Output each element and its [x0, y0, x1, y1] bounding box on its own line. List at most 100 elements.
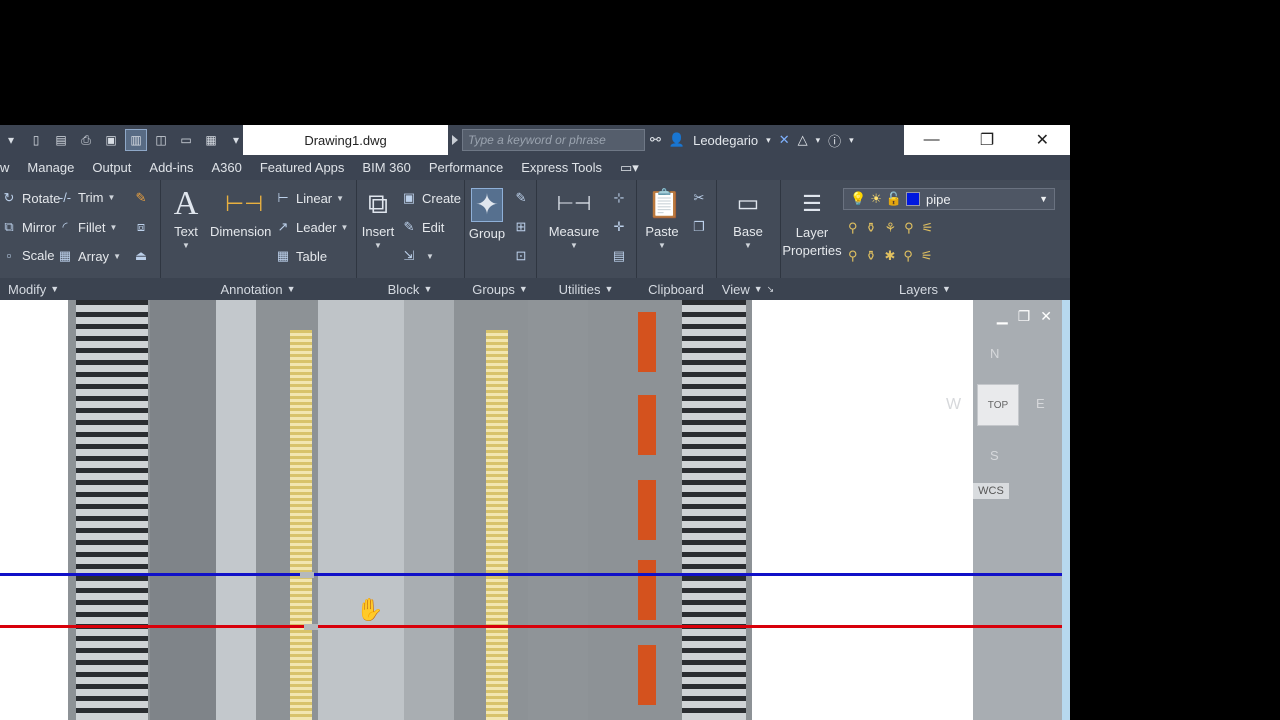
text-button[interactable]: A Text ▼	[170, 187, 202, 251]
layer-unisolate-icon[interactable]: ⚱	[866, 248, 877, 264]
user-dropdown-icon[interactable]: ▾	[766, 135, 771, 146]
rotate-button[interactable]: ↻ Rotate	[0, 190, 61, 206]
open-file-icon[interactable]: ▤	[50, 129, 72, 151]
fillet-button[interactable]: ◜ Fillet ▼	[56, 219, 117, 235]
a360-dropdown-icon[interactable]: ▾	[816, 135, 821, 146]
layer-match-icon[interactable]: ⚲	[848, 220, 858, 236]
tab-view[interactable]: w	[0, 160, 9, 175]
a360-icon[interactable]: △	[798, 132, 808, 148]
plot-icon[interactable]: ◫	[150, 129, 172, 151]
layer-off-icon[interactable]: ⚲	[904, 220, 914, 236]
restore-icon[interactable]: ❐	[959, 125, 1014, 155]
layer-dropdown[interactable]: 💡 ☀ 🔓 pipe ▼	[843, 188, 1055, 210]
linear-button[interactable]: ⊢ Linear ▼	[274, 190, 344, 206]
array-button[interactable]: ▦ Array ▼	[56, 248, 121, 264]
user-name[interactable]: Leodegario	[693, 133, 758, 148]
drawing-canvas[interactable]: ▁ ❐ ✕ N W E S TOP WCS ✋	[0, 300, 1070, 720]
tab-featured-apps[interactable]: Featured Apps	[260, 160, 345, 175]
layer-walk-icon[interactable]: ⚟	[921, 248, 933, 264]
panel-label-annotation[interactable]: Annotation ▼	[160, 278, 356, 300]
layer-thaw-icon[interactable]: ✱	[884, 248, 895, 264]
relay-2	[638, 395, 656, 455]
viewcube[interactable]: TOP	[977, 384, 1019, 426]
viewcube-face-label: TOP	[987, 399, 1009, 411]
layer-properties-button[interactable]: ☰ Layer Properties	[782, 188, 842, 260]
new-file-icon[interactable]: ▯	[25, 129, 47, 151]
print-icon[interactable]: ⎙	[75, 129, 97, 151]
dimension-button[interactable]: ⊢⊣ Dimension	[210, 188, 271, 239]
layer-on-icon[interactable]: ⚲	[848, 248, 858, 264]
binoculars-icon[interactable]: ⚯	[650, 132, 661, 148]
panel-label-layers[interactable]: Layers ▼	[780, 278, 1070, 300]
attribute-icon[interactable]: ⇲ ▼	[400, 248, 434, 264]
panel-label-groups[interactable]: Groups ▼	[464, 278, 536, 300]
tab-performance[interactable]: Performance	[429, 160, 503, 175]
folder-icon[interactable]: ▭	[175, 129, 197, 151]
layer-isolate-icon[interactable]: ⚘	[884, 220, 896, 236]
dropdown-icon[interactable]: ▾	[0, 129, 22, 151]
autocad-window: ▾ ▯ ▤ ⎙ ▣ ▥ ◫ ▭ ▦ ▾ Drawing1.dwg Type a …	[0, 125, 1070, 720]
cut-icon[interactable]: ✂	[690, 190, 712, 206]
search-input[interactable]: Type a keyword or phrase	[462, 129, 645, 151]
id-point-icon[interactable]: ✛	[610, 219, 632, 235]
panel-label-utilities[interactable]: Utilities ▼	[536, 278, 636, 300]
tab-bim-360[interactable]: BIM 360	[362, 160, 410, 175]
create-block-button[interactable]: ▣ Create	[400, 190, 461, 206]
tab-manage[interactable]: Manage	[27, 160, 74, 175]
panel-label-block[interactable]: Block ▼	[356, 278, 464, 300]
trim-icon: -/-	[58, 190, 72, 205]
layer-lock-icon[interactable]: ⚲	[903, 248, 913, 264]
leader-button[interactable]: ↗ Leader ▼	[274, 219, 349, 235]
panel-label-view[interactable]: View ▼ ↘	[716, 278, 780, 300]
red-pipe-line[interactable]	[0, 625, 1062, 628]
wcs-menu[interactable]: WCS	[973, 483, 1009, 499]
document-tab[interactable]: Drawing1.dwg	[243, 125, 448, 155]
exchange-icon[interactable]: ✕	[779, 132, 790, 148]
panel-label-clipboard[interactable]: Clipboard	[636, 278, 716, 300]
copy-icon[interactable]: ⧈	[132, 219, 154, 235]
save-as-icon[interactable]: ▦	[200, 129, 222, 151]
calculator-icon[interactable]: ▤	[610, 248, 632, 264]
tab-express-tools[interactable]: Express Tools	[521, 160, 602, 175]
group-icon: ✦	[471, 188, 503, 222]
table-button[interactable]: ▦ Table	[274, 248, 327, 264]
help-dropdown-icon[interactable]: ▾	[849, 135, 854, 146]
viewport-close-icon[interactable]: ✕	[1040, 308, 1052, 325]
tab-output[interactable]: Output	[92, 160, 131, 175]
mirror-button[interactable]: ⧉ Mirror	[0, 219, 56, 235]
tab-add-ins[interactable]: Add-ins	[149, 160, 193, 175]
viewport-minimize-icon[interactable]: ▁	[997, 308, 1008, 325]
group-button[interactable]: ✦ Group	[468, 188, 506, 241]
help-icon[interactable]: ⓘ	[828, 131, 841, 150]
viewport-restore-icon[interactable]: ❐	[1018, 308, 1031, 325]
measure-button[interactable]: ⊢⊣ Measure ▼	[544, 188, 604, 250]
search-expand-icon[interactable]	[452, 135, 458, 145]
insert-icon: ⧉	[368, 188, 388, 219]
preview-icon[interactable]: ▣	[100, 129, 122, 151]
ungroup-icon[interactable]: ✎	[512, 190, 534, 206]
insert-button[interactable]: ⧉ Insert ▼	[358, 188, 398, 250]
stretch-icon[interactable]: ⏏	[132, 248, 154, 264]
edit-block-button[interactable]: ✎ Edit	[400, 219, 445, 235]
group-edit-icon[interactable]: ⊞	[512, 219, 534, 235]
close-icon[interactable]: ✕	[1015, 125, 1070, 155]
paste-button[interactable]: 📋 Paste ▼	[642, 188, 682, 250]
scale-button[interactable]: ▫ Scale	[0, 248, 55, 263]
trim-button[interactable]: -/- Trim ▼	[56, 190, 116, 205]
compass-east: E	[1036, 396, 1045, 411]
copy-clip-icon[interactable]: ❐	[690, 219, 712, 235]
group-select-icon[interactable]: ⊡	[512, 248, 534, 264]
base-button[interactable]: ▭ Base ▼	[728, 188, 768, 250]
layer-freeze-icon[interactable]: ⚟	[922, 220, 934, 236]
layer-previous-icon[interactable]: ⚱	[866, 220, 877, 236]
user-icon[interactable]: 👤	[669, 132, 685, 148]
erase-icon[interactable]: ✎	[132, 190, 154, 206]
save-icon[interactable]: ▥	[125, 129, 147, 151]
ribbon-toggle-icon[interactable]: ▭▾	[620, 160, 639, 176]
tab-a360[interactable]: A360	[211, 160, 241, 175]
panel-label-modify[interactable]: Modify ▼	[0, 278, 160, 300]
quick-select-icon[interactable]: ⊹	[610, 190, 632, 206]
minimize-icon[interactable]: —	[904, 125, 959, 155]
compass-west: W	[946, 396, 962, 413]
blue-pipe-line[interactable]	[0, 573, 1062, 576]
